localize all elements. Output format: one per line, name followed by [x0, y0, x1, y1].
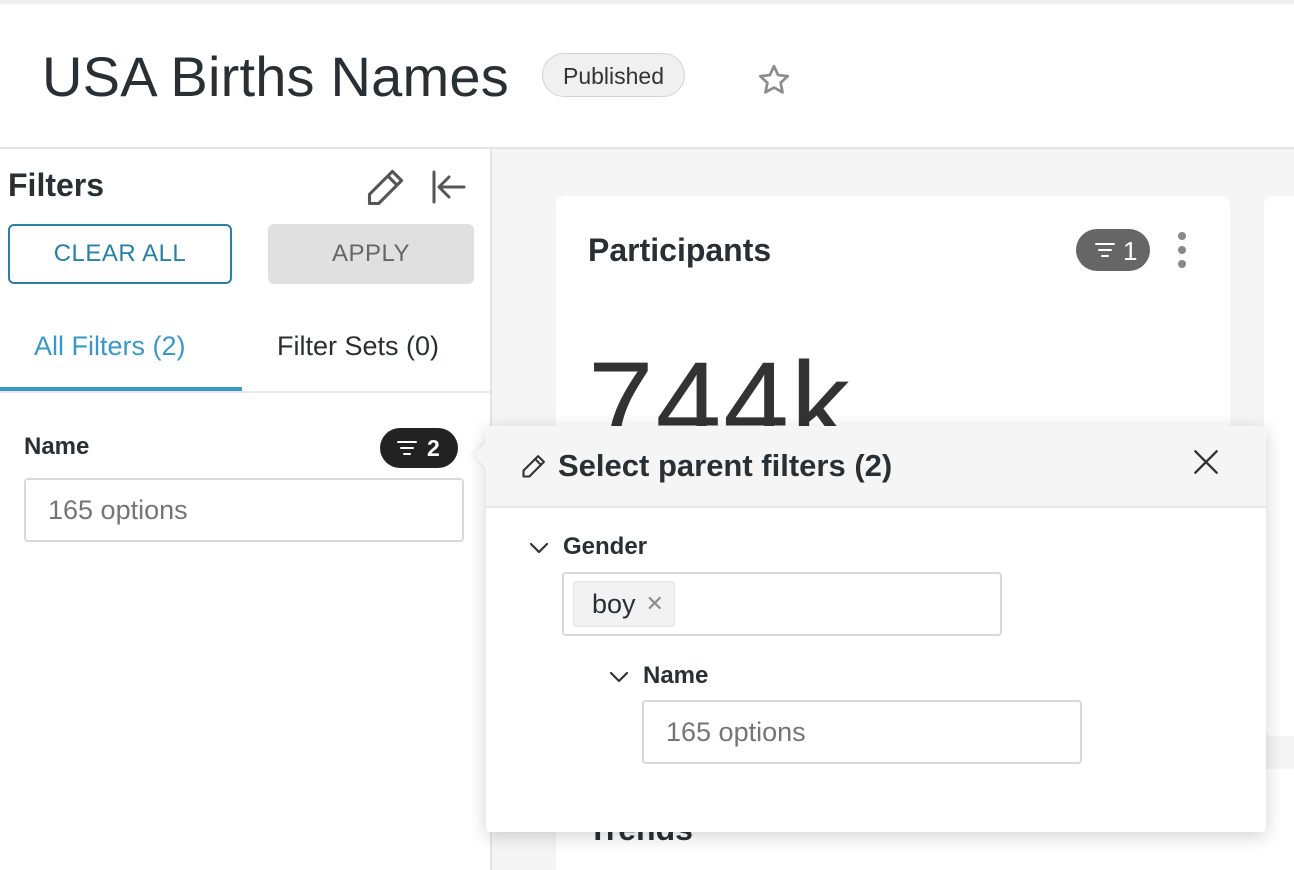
popover-title: Select parent filters (2)	[558, 448, 893, 483]
gender-filter-select[interactable]: boy ✕	[562, 572, 1002, 636]
dashboard-header: USA Births Names Published	[0, 4, 1294, 149]
filters-heading: Filters	[8, 167, 105, 203]
tab-filter-sets[interactable]: Filter Sets (0)	[277, 331, 439, 362]
filter-sidebar: Filters CLEAR ALL APPLY All Filters (2) …	[0, 149, 492, 870]
gender-filter-label: Gender	[563, 533, 648, 560]
filter-icon	[1095, 243, 1115, 257]
popover-header: Select parent filters (2)	[486, 426, 1266, 508]
filter-tabs: All Filters (2) Filter Sets (0)	[0, 309, 490, 393]
remove-tag-icon[interactable]: ✕	[646, 582, 664, 626]
active-tab-indicator	[0, 387, 242, 391]
chevron-down-icon[interactable]	[528, 537, 550, 559]
parent-filters-popover: Select parent filters (2) Gender boy ✕ Na…	[473, 426, 1266, 832]
dependency-badge[interactable]: 2	[380, 428, 458, 468]
filter-icon	[397, 441, 417, 455]
selected-tag: boy ✕	[573, 581, 675, 627]
name-parent-select[interactable]	[642, 700, 1082, 764]
card-filter-badge[interactable]: 1	[1076, 229, 1150, 271]
star-icon[interactable]	[756, 62, 792, 98]
chevron-down-icon[interactable]	[608, 666, 630, 688]
more-options-icon[interactable]	[1172, 231, 1192, 269]
published-badge[interactable]: Published	[542, 53, 686, 97]
tab-all-filters[interactable]: All Filters (2)	[34, 331, 186, 362]
clear-all-button[interactable]: CLEAR ALL	[8, 224, 232, 284]
name-filter-label: Name	[24, 433, 90, 460]
card-filter-count: 1	[1123, 236, 1138, 266]
dashboard-title: USA Births Names	[42, 45, 509, 108]
pencil-icon[interactable]	[364, 165, 408, 209]
tag-label: boy	[592, 589, 636, 619]
collapse-left-icon[interactable]	[428, 167, 470, 207]
apply-button[interactable]: APPLY	[268, 224, 474, 284]
name-parent-label: Name	[643, 662, 709, 689]
card-title: Participants	[588, 232, 772, 268]
close-icon[interactable]	[1190, 444, 1222, 480]
name-filter-select[interactable]	[24, 478, 464, 542]
adjacent-card	[1264, 196, 1294, 736]
pencil-icon	[522, 455, 545, 478]
dependency-count: 2	[427, 435, 440, 461]
